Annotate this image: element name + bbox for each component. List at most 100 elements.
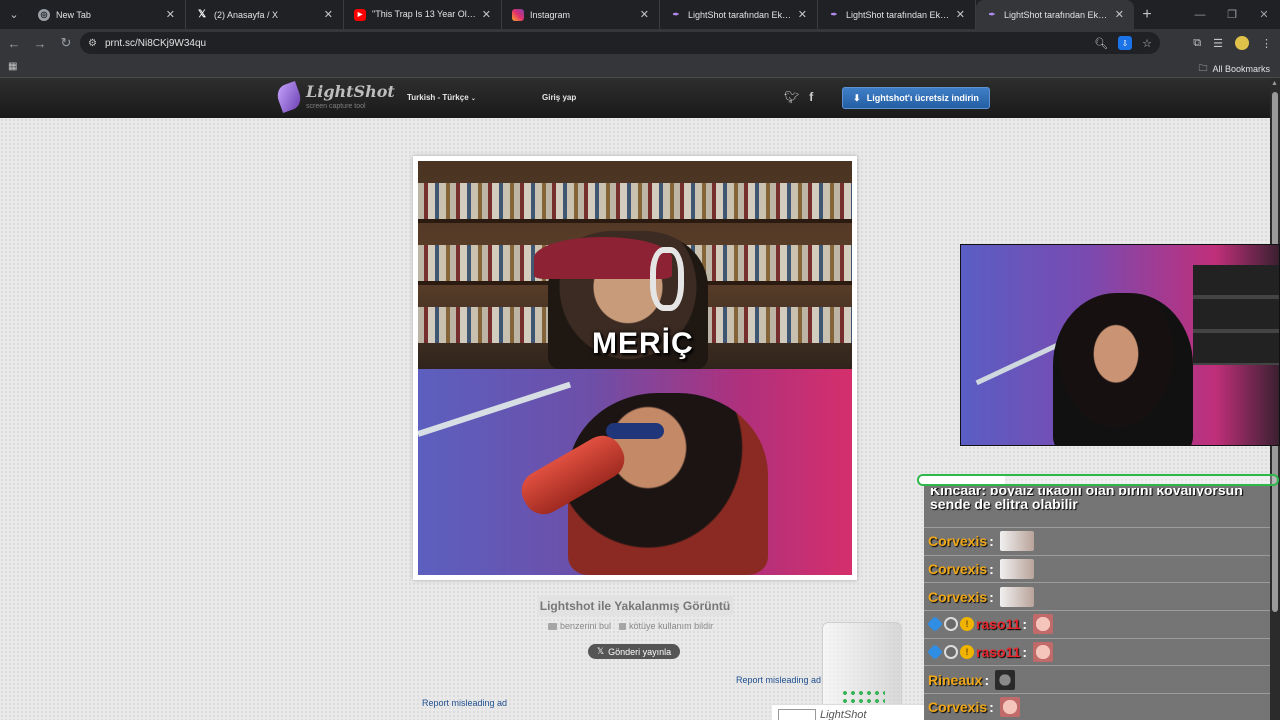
extensions-icon[interactable]: ⧉ bbox=[1193, 37, 1201, 50]
close-window-icon[interactable]: ✕ bbox=[1248, 0, 1280, 29]
chat-colon: : bbox=[989, 588, 994, 605]
goal-progress-fill bbox=[919, 476, 1005, 484]
chat-colon: : bbox=[989, 533, 994, 550]
tab-instagram[interactable]: Instagram ✕ bbox=[502, 0, 660, 29]
chat-emote-icon bbox=[1033, 642, 1054, 663]
streamer bbox=[1053, 293, 1193, 445]
chat-username: Rineaux bbox=[928, 671, 983, 688]
screenshot-bottom-panel bbox=[418, 369, 852, 575]
chat-row: Corvexis: bbox=[924, 556, 1270, 584]
back-icon[interactable]: ← bbox=[2, 31, 26, 55]
chat-colon: : bbox=[984, 671, 990, 688]
report-ad-link[interactable]: Report misleading ad bbox=[422, 698, 507, 708]
facebook-icon[interactable]: f bbox=[809, 90, 813, 104]
bookmark-star-icon[interactable]: ☆ bbox=[1142, 37, 1152, 50]
apps-grid-icon[interactable]: ▦ bbox=[8, 61, 17, 72]
menu-icon[interactable]: ⋮ bbox=[1261, 37, 1272, 50]
scroll-up-icon[interactable]: ▲ bbox=[1271, 80, 1278, 87]
chat-username: Corvexis bbox=[928, 699, 988, 716]
chat-emote-icon bbox=[999, 586, 1034, 607]
tab-title: "This Trap Is 13 Year Old" 💀 # bbox=[372, 9, 476, 19]
chat-badge-icon: ! bbox=[960, 645, 974, 660]
mic-arm bbox=[418, 381, 572, 437]
forward-icon[interactable]: → bbox=[28, 31, 52, 55]
chat-emote-icon bbox=[999, 559, 1034, 580]
close-tab-icon[interactable]: ✕ bbox=[166, 8, 175, 21]
chat-row: Corvexis: bbox=[924, 694, 1270, 720]
goal-progress-bar bbox=[917, 474, 1279, 486]
twitter-icon[interactable]: 🐦︎ bbox=[784, 90, 799, 104]
close-tab-icon[interactable]: ✕ bbox=[482, 8, 491, 21]
lightshot-icon: ✒ bbox=[988, 10, 996, 19]
tab-title: New Tab bbox=[56, 9, 91, 20]
chat-emote-icon bbox=[1033, 614, 1054, 635]
report-abuse-link[interactable]: kötüye kullanım bildir bbox=[619, 621, 713, 631]
ad-glass-image[interactable] bbox=[822, 622, 902, 712]
bookshelf-row bbox=[418, 183, 852, 219]
window-controls: — ❐ ✕ bbox=[1184, 0, 1280, 29]
ad-banner[interactable]: LightShot bbox=[772, 704, 926, 720]
minimize-icon[interactable]: — bbox=[1184, 0, 1216, 29]
herbs bbox=[841, 689, 885, 703]
report-abuse-label: kötüye kullanım bildir bbox=[629, 621, 714, 631]
close-tab-icon[interactable]: ✕ bbox=[324, 8, 333, 21]
new-tab-button[interactable]: + bbox=[1134, 0, 1160, 29]
chrome-icon: ◎ bbox=[38, 8, 50, 21]
reload-icon[interactable]: ↻ bbox=[54, 31, 78, 55]
logo-name: LightShot bbox=[306, 82, 395, 101]
youtube-icon: ▶ bbox=[354, 8, 366, 21]
tab-lightshot-2[interactable]: ✒ LightShot tarafından Ekran Görüntü ✕ bbox=[818, 0, 976, 29]
chat-rows: Corvexis: Corvexis: Corvexis:! raso11:! raso… bbox=[924, 528, 1270, 720]
restore-icon[interactable]: ❐ bbox=[1216, 0, 1248, 29]
url-text[interactable]: prnt.sc/Ni8CKj9W34qu bbox=[105, 38, 206, 49]
chat-row: Rineaux: bbox=[924, 666, 1270, 695]
screenshot-top-panel: MERİÇ bbox=[418, 161, 852, 371]
report-ad-link[interactable]: Report misleading ad bbox=[736, 675, 821, 685]
language-label: Turkish - Türkçe bbox=[407, 93, 469, 102]
close-tab-icon[interactable]: ✕ bbox=[1115, 8, 1124, 21]
chat-emote-icon bbox=[995, 669, 1016, 690]
find-similar-link[interactable]: benzerini bul bbox=[548, 621, 611, 631]
close-tab-icon[interactable]: ✕ bbox=[956, 8, 965, 21]
ad-brand-text: LightShot bbox=[820, 709, 867, 720]
browser-toolbar: ← → ↻ ⚙ prnt.sc/Ni8CKj9W34qu 🔍︎ ⇩ ☆ ⧉ ☰ … bbox=[0, 29, 1280, 57]
profile-avatar[interactable] bbox=[1235, 36, 1249, 50]
x-icon: 𝕏 bbox=[596, 646, 605, 656]
chat-badge-icon: ! bbox=[960, 617, 974, 632]
tab-search-icon[interactable]: ⌄ bbox=[0, 0, 28, 29]
chat-badge-icon bbox=[927, 644, 943, 661]
install-app-icon[interactable]: ⇩ bbox=[1118, 36, 1133, 50]
zoom-icon[interactable]: 🔍︎ bbox=[1094, 37, 1108, 50]
address-bar[interactable]: ⚙ prnt.sc/Ni8CKj9W34qu 🔍︎ ⇩ ☆ bbox=[80, 32, 1160, 54]
close-tab-icon[interactable]: ✕ bbox=[640, 8, 649, 21]
x-icon: 𝕏 bbox=[197, 9, 207, 20]
share-post-button[interactable]: 𝕏 Gönderi yayınla bbox=[588, 644, 680, 659]
chat-emote-icon bbox=[999, 531, 1034, 552]
tab-new-tab[interactable]: ◎ New Tab ✕ bbox=[28, 0, 186, 29]
chat-colon: : bbox=[1022, 644, 1028, 661]
chat-username: Corvexis bbox=[928, 588, 988, 605]
feather-icon bbox=[274, 81, 304, 113]
tab-youtube[interactable]: ▶ "This Trap Is 13 Year Old" 💀 # ✕ bbox=[344, 0, 502, 29]
download-button[interactable]: ⬇ Lightshot'ı ücretsiz indirin bbox=[842, 87, 990, 109]
tab-lightshot-1[interactable]: ✒ LightShot tarafından Ekran Görüntü ✕ bbox=[660, 0, 818, 29]
figure-shelf bbox=[1193, 265, 1279, 365]
close-tab-icon[interactable]: ✕ bbox=[798, 8, 807, 21]
reading-list-icon[interactable]: ☰ bbox=[1213, 37, 1223, 50]
site-info-icon[interactable]: ⚙ bbox=[88, 38, 97, 49]
chat-username: raso11 bbox=[976, 644, 1021, 661]
chat-badge-icon bbox=[944, 645, 958, 660]
tab-strip: ⌄ ◎ New Tab ✕ 𝕏 (2) Anasayfa / X ✕ ▶ "Th… bbox=[0, 0, 1280, 29]
screenshot-image[interactable]: MERİÇ bbox=[418, 161, 852, 575]
tab-x-home[interactable]: 𝕏 (2) Anasayfa / X ✕ bbox=[186, 0, 344, 29]
chat-colon: : bbox=[989, 561, 994, 578]
lightshot-logo[interactable]: LightShot screen capture tool bbox=[274, 81, 395, 113]
chat-row: Corvexis: bbox=[924, 528, 1270, 556]
all-bookmarks[interactable]: 🗀 All Bookmarks bbox=[1198, 61, 1270, 77]
camera-icon bbox=[548, 622, 557, 630]
all-bookmarks-label: All Bookmarks bbox=[1212, 64, 1270, 74]
tab-lightshot-3[interactable]: ✒ LightShot tarafından Ekran Görüntü ✕ bbox=[976, 0, 1134, 29]
language-selector[interactable]: Turkish - Türkçe ⌄ bbox=[407, 93, 476, 102]
login-link[interactable]: Giriş yap bbox=[542, 93, 576, 102]
chat-colon: : bbox=[989, 699, 994, 716]
